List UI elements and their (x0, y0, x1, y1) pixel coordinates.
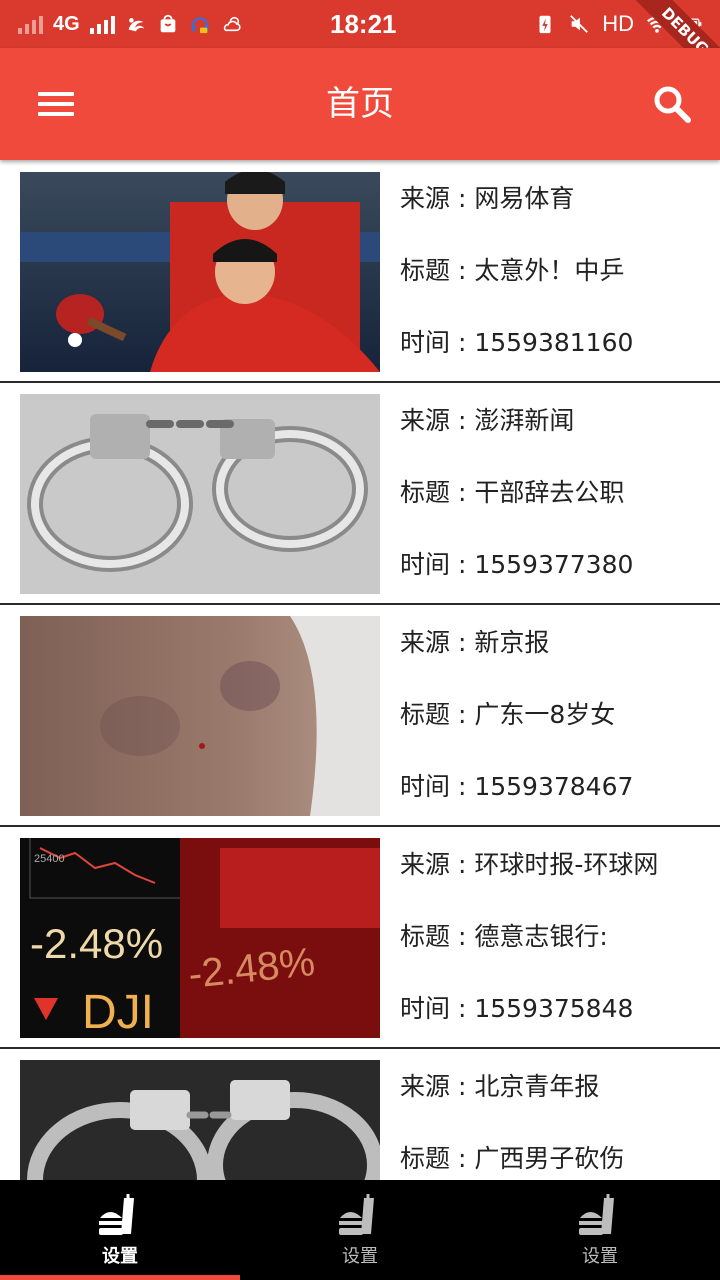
news-thumbnail: 25400 -2.48% DJI -2.48% (20, 838, 380, 1038)
ticker-symbol: DJI (82, 986, 154, 1038)
news-item[interactable]: 25400 -2.48% DJI -2.48% 来源 : 环球时报-环球网 标题… (0, 827, 720, 1049)
hd-indicator: HD (602, 11, 634, 36)
news-item[interactable]: 来源 : 澎湃新闻 标题 : 干部辞去公职 时间 : 1559377380 (0, 383, 720, 605)
news-time: 时间 : 1559378467 (400, 772, 634, 801)
news-time: 时间 : 1559377380 (400, 550, 634, 579)
uc-browser-icon (128, 18, 144, 32)
news-thumbnail (20, 172, 380, 372)
tab-settings-2[interactable]: 设置 (240, 1180, 480, 1280)
active-tab-indicator (0, 1275, 240, 1280)
signal-strength-icon (89, 14, 115, 34)
fast-food-icon (579, 1194, 614, 1235)
tab-settings-3[interactable]: 设置 (480, 1180, 720, 1280)
signal-icon (18, 14, 43, 34)
news-thumbnail (20, 616, 380, 816)
fast-food-icon (339, 1194, 374, 1235)
news-list[interactable]: 来源 : 网易体育 标题 : 太意外！中乒 时间 : 1559381160 来源… (0, 161, 720, 1180)
news-meta: 来源 : 网易体育 标题 : 太意外！中乒 时间 : 1559381160 (400, 172, 710, 388)
page-title: 首页 (326, 84, 394, 124)
news-meta: 来源 : 新京报 标题 : 广东一8岁女 时间 : 1559378467 (400, 616, 710, 832)
shopping-bag-icon (160, 14, 176, 33)
table-tennis-photo (20, 172, 380, 372)
tab-label: 设置 (582, 1246, 618, 1267)
news-meta: 来源 : 澎湃新闻 标题 : 干部辞去公职 时间 : 1559377380 (400, 394, 710, 610)
news-thumbnail (20, 1060, 380, 1180)
headset-icon (191, 17, 209, 34)
tab-label: 设置 (102, 1246, 138, 1267)
news-time: 时间 : 1559375848 (400, 994, 634, 1023)
chart-axis-value: 25400 (34, 853, 65, 865)
news-meta: 来源 : 环球时报-环球网 标题 : 德意志银行: 时间 : 155937584… (400, 838, 710, 1054)
news-item[interactable]: 来源 : 北京青年报 标题 : 广西男子砍伤 (0, 1049, 720, 1180)
weather-cloud-icon (223, 16, 241, 32)
news-time: 时间 : 1559381160 (400, 328, 634, 357)
app-bar: 首页 (0, 48, 720, 160)
news-source: 来源 : 澎湃新闻 (400, 406, 575, 435)
news-source: 来源 : 网易体育 (400, 184, 575, 213)
clock: 18:21 (330, 9, 397, 39)
stock-market-photo: 25400 -2.48% DJI -2.48% (20, 838, 380, 1038)
network-type: 4G (53, 12, 80, 35)
news-title: 标题 : 广东一8岁女 (400, 700, 616, 729)
news-source: 来源 : 环球时报-环球网 (400, 850, 659, 879)
status-left: 4G (18, 0, 243, 48)
search-icon[interactable] (650, 82, 694, 126)
battery-saver-icon (539, 15, 551, 34)
mute-icon (570, 15, 589, 33)
percent-change-big: -2.48% (30, 920, 163, 967)
bruised-skin-photo (20, 616, 380, 816)
news-source: 来源 : 新京报 (400, 628, 550, 657)
news-title: 标题 : 广西男子砍伤 (400, 1144, 625, 1173)
news-title: 标题 : 太意外！中乒 (400, 256, 625, 285)
handcuffs-dark-photo (20, 1060, 380, 1180)
tab-label: 设置 (342, 1246, 378, 1267)
news-item[interactable]: 来源 : 新京报 标题 : 广东一8岁女 时间 : 1559378467 (0, 605, 720, 827)
news-source: 来源 : 北京青年报 (400, 1072, 600, 1101)
news-meta: 来源 : 北京青年报 标题 : 广西男子砍伤 (400, 1060, 710, 1180)
status-bar: 4G 18:21 HD DEBUG (0, 0, 720, 94)
fast-food-icon (99, 1194, 134, 1235)
handcuffs-photo (20, 394, 380, 594)
news-title: 标题 : 德意志银行: (400, 922, 608, 951)
news-item[interactable]: 来源 : 网易体育 标题 : 太意外！中乒 时间 : 1559381160 (0, 161, 720, 383)
tab-settings-1[interactable]: 设置 (0, 1180, 240, 1280)
news-thumbnail (20, 394, 380, 594)
bottom-navigation: 设置 设置 设置 (0, 1180, 720, 1280)
news-title: 标题 : 干部辞去公职 (400, 478, 625, 507)
